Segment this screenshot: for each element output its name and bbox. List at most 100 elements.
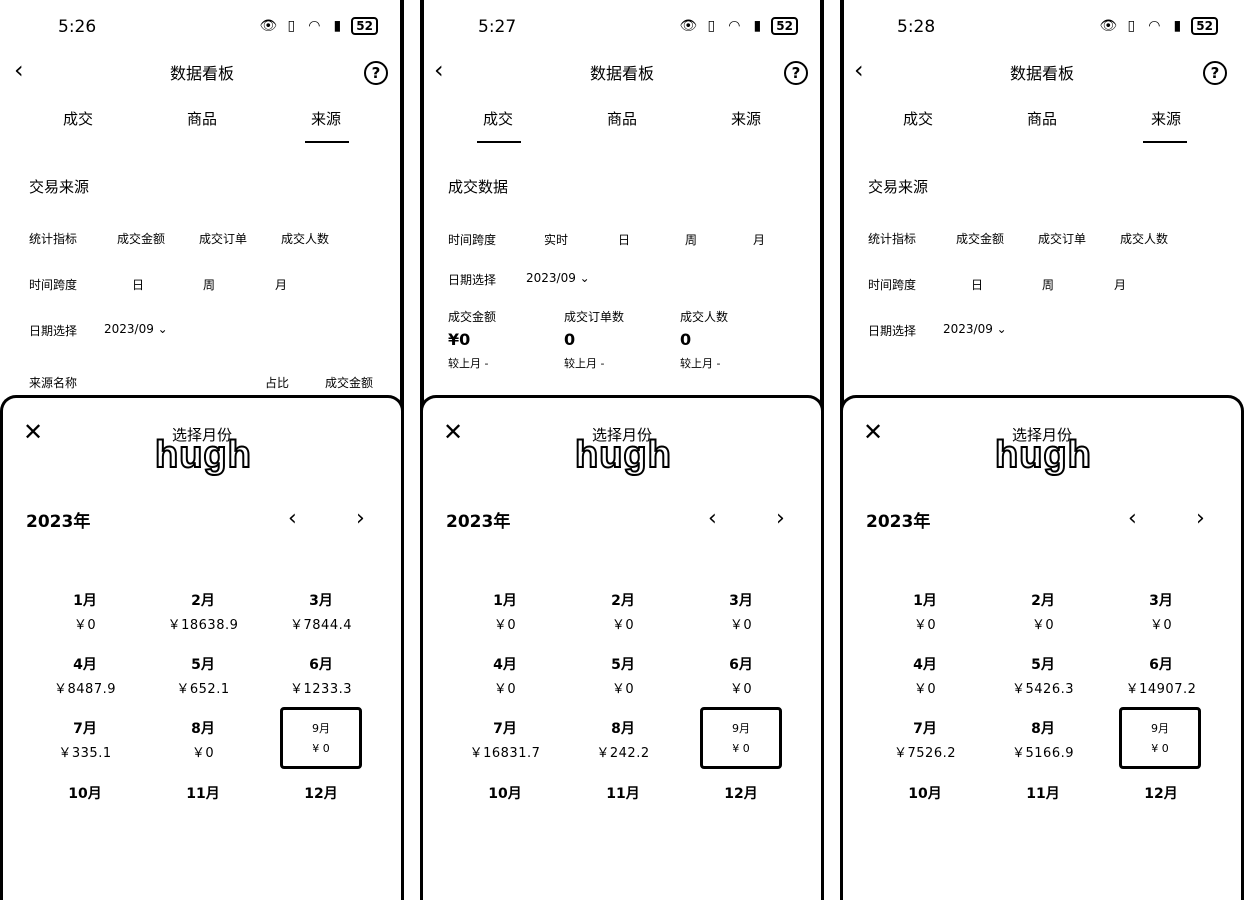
section-title: 成交数据 (448, 178, 509, 196)
col-source-name: 来源名称 (29, 376, 78, 390)
month-cell[interactable]: 1月 ￥0 (870, 590, 980, 633)
eye-icon: 👁 (679, 18, 698, 34)
selected-month-cell[interactable]: 9月 ¥ 0 (700, 707, 782, 769)
option-amount[interactable]: 成交金额 (117, 230, 165, 247)
month-cell[interactable]: 3月 ￥0 (1106, 590, 1216, 633)
month-cell[interactable]: 6月 ￥14907.2 (1106, 654, 1216, 697)
month-cell[interactable]: 2月 ￥0 (988, 590, 1098, 633)
month-cell[interactable]: 6月 ￥0 (686, 654, 796, 697)
selected-month-cell[interactable]: 9月 ¥ 0 (280, 707, 362, 769)
month-cell[interactable]: 12月 (1106, 783, 1216, 803)
month-cell[interactable]: 12月 (266, 783, 376, 803)
month-cell[interactable]: 11月 (148, 783, 258, 803)
month-cell[interactable]: 5月 ￥5426.3 (988, 654, 1098, 697)
wifi-icon: ◠ (1148, 18, 1161, 34)
month-cell[interactable]: 10月 (870, 783, 980, 803)
prev-year-icon[interactable]: ‹ (708, 506, 717, 531)
date-select-label: 日期选择 (868, 324, 917, 338)
status-time: 5:28 (897, 17, 936, 37)
option-day[interactable]: 日 (132, 276, 144, 293)
date-dropdown[interactable]: 2023/09 ⌄ (526, 271, 590, 285)
month-cell[interactable]: 10月 (30, 783, 140, 803)
next-year-icon[interactable]: › (1196, 506, 1205, 531)
tab-deal[interactable]: 成交 (458, 108, 538, 129)
sim-icon: ▮ (753, 18, 762, 34)
tab-product[interactable]: 商品 (1002, 108, 1082, 129)
vibrate-icon: ▯ (287, 18, 296, 34)
selected-month-amount: ¥ 0 (1151, 742, 1169, 755)
month-cell[interactable]: 7月 ￥7526.2 (870, 718, 980, 761)
option-orders[interactable]: 成交订单 (199, 230, 247, 247)
metric-row-label: 统计指标 (868, 232, 917, 246)
wifi-icon: ◠ (728, 18, 741, 34)
month-cell[interactable]: 11月 (988, 783, 1098, 803)
month-cell[interactable]: 4月 ￥0 (450, 654, 560, 697)
tab-source[interactable]: 来源 (1126, 108, 1206, 129)
battery-icon: 52 (1191, 17, 1218, 35)
prev-year-icon[interactable]: ‹ (1128, 506, 1137, 531)
option-week[interactable]: 周 (685, 231, 697, 248)
next-year-icon[interactable]: › (776, 506, 785, 531)
option-month[interactable]: 月 (1114, 276, 1126, 293)
month-cell[interactable]: 5月 ￥0 (568, 654, 678, 697)
selected-month-cell[interactable]: 9月 ¥ 0 (1119, 707, 1201, 769)
help-icon[interactable]: ? (1203, 61, 1227, 85)
screen-source-2: 5:28 👁 ▯ ◠ ▮ 52 ‹ 数据看板 ? 成交 商品 来源 交易来源 统… (840, 0, 1244, 900)
month-cell[interactable]: 8月 ￥0 (148, 718, 258, 761)
month-cell[interactable]: 12月 (686, 783, 796, 803)
option-amount[interactable]: 成交金额 (956, 230, 1004, 247)
compare-label: 较上月 - (680, 357, 721, 370)
month-cell[interactable]: 1月 ￥0 (30, 590, 140, 633)
help-icon[interactable]: ? (364, 61, 388, 85)
month-cell[interactable]: 10月 (450, 783, 560, 803)
month-cell[interactable]: 2月 ￥18638.9 (148, 590, 258, 633)
month-cell[interactable]: 1月 ￥0 (450, 590, 560, 633)
month-cell[interactable]: 11月 (568, 783, 678, 803)
option-realtime[interactable]: 实时 (544, 231, 568, 248)
option-buyers[interactable]: 成交人数 (1120, 230, 1168, 247)
option-week[interactable]: 周 (203, 276, 215, 293)
option-month[interactable]: 月 (275, 276, 287, 293)
month-cell[interactable]: 7月 ￥335.1 (30, 718, 140, 761)
compare-label: 较上月 - (564, 357, 605, 370)
option-orders[interactable]: 成交订单 (1038, 230, 1086, 247)
month-cell[interactable]: 3月 ￥7844.4 (266, 590, 376, 633)
tab-deal[interactable]: 成交 (38, 108, 118, 129)
help-icon[interactable]: ? (784, 61, 808, 85)
deal-amount-value: ¥0 (448, 330, 471, 349)
month-cell[interactable]: 8月 ￥242.2 (568, 718, 678, 761)
month-cell[interactable]: 7月 ￥16831.7 (450, 718, 560, 761)
option-month[interactable]: 月 (753, 231, 765, 248)
month-cell[interactable]: 6月 ￥1233.3 (266, 654, 376, 697)
page-title: 数据看板 (589, 64, 654, 83)
month-cell[interactable]: 8月 ￥5166.9 (988, 718, 1098, 761)
prev-year-icon[interactable]: ‹ (288, 506, 297, 531)
time-span-label: 时间跨度 (448, 233, 497, 247)
wifi-icon: ◠ (308, 18, 321, 34)
month-cell[interactable]: 4月 ￥0 (870, 654, 980, 697)
tab-deal[interactable]: 成交 (878, 108, 958, 129)
selected-month-label: 9月 (312, 722, 330, 735)
metric-row-label: 统计指标 (29, 232, 78, 246)
month-cell[interactable]: 5月 ￥652.1 (148, 654, 258, 697)
date-dropdown[interactable]: 2023/09 ⌄ (943, 322, 1007, 336)
option-week[interactable]: 周 (1042, 276, 1054, 293)
year-label: 2023年 (446, 512, 511, 532)
tab-source[interactable]: 来源 (706, 108, 786, 129)
sim-icon: ▮ (333, 18, 342, 34)
section-title: 交易来源 (868, 178, 929, 196)
option-buyers[interactable]: 成交人数 (281, 230, 329, 247)
tab-product[interactable]: 商品 (162, 108, 242, 129)
option-day[interactable]: 日 (971, 276, 983, 293)
tab-product[interactable]: 商品 (582, 108, 662, 129)
date-dropdown[interactable]: 2023/09 ⌄ (104, 322, 168, 336)
month-cell[interactable]: 4月 ￥8487.9 (30, 654, 140, 697)
col-amount: 成交金额 (325, 376, 374, 390)
month-cell[interactable]: 2月 ￥0 (568, 590, 678, 633)
month-cell[interactable]: 3月 ￥0 (686, 590, 796, 633)
option-day[interactable]: 日 (618, 231, 630, 248)
active-tab-indicator (1143, 141, 1187, 143)
tab-source[interactable]: 来源 (286, 108, 366, 129)
active-tab-indicator (477, 141, 521, 143)
next-year-icon[interactable]: › (356, 506, 365, 531)
